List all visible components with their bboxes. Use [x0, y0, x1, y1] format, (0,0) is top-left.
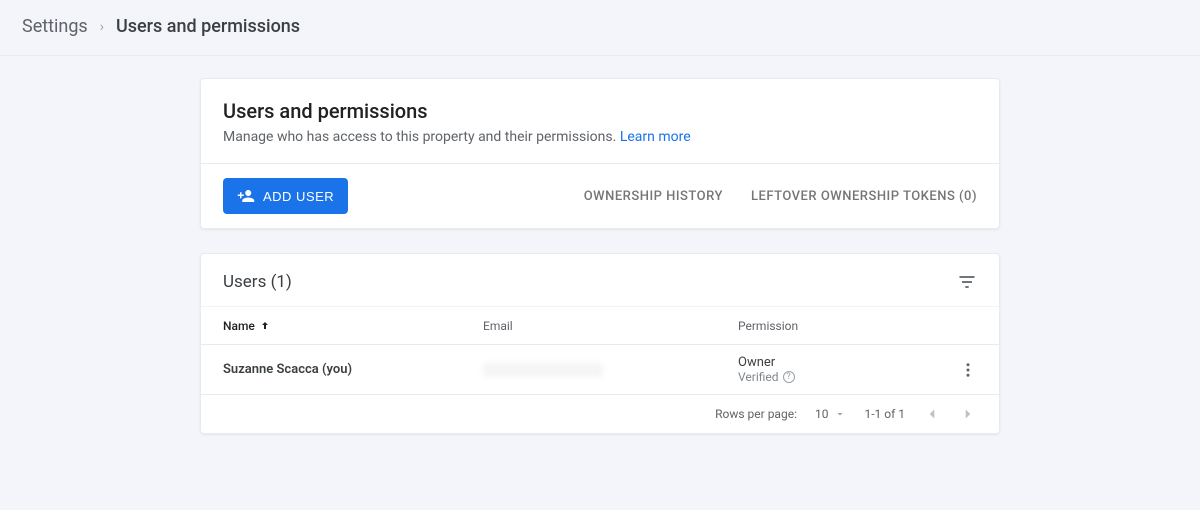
breadcrumb-parent[interactable]: Settings [22, 16, 88, 37]
user-email [483, 363, 738, 377]
breadcrumb-current: Users and permissions [116, 16, 300, 37]
column-permission[interactable]: Permission [738, 319, 937, 333]
chevron-right-icon: › [100, 19, 104, 35]
panel-title: Users and permissions [223, 99, 977, 123]
users-heading: Users (1) [223, 272, 957, 292]
help-icon[interactable]: ? [783, 371, 795, 383]
pagination-range: 1-1 of 1 [864, 407, 905, 421]
column-email[interactable]: Email [483, 319, 738, 333]
dropdown-icon [834, 408, 846, 420]
person-add-icon [237, 187, 255, 205]
add-user-button[interactable]: ADD USER [223, 178, 348, 214]
pagination: Rows per page: 10 1-1 of 1 [201, 394, 999, 433]
more-vert-icon[interactable] [959, 361, 977, 379]
add-user-label: ADD USER [263, 189, 334, 204]
prev-page-icon[interactable] [923, 405, 941, 423]
learn-more-link[interactable]: Learn more [620, 129, 691, 145]
permissions-panel: Users and permissions Manage who has acc… [200, 78, 1000, 229]
rows-per-page-label: Rows per page: [715, 407, 797, 421]
sort-asc-icon [259, 320, 271, 332]
user-name: Suzanne Scacca (you) [223, 362, 483, 377]
leftover-tokens-link[interactable]: LEFTOVER OWNERSHIP TOKENS (0) [751, 189, 977, 204]
ownership-history-link[interactable]: OWNERSHIP HISTORY [584, 189, 723, 204]
panel-subtitle: Manage who has access to this property a… [223, 129, 977, 145]
rows-per-page-select[interactable]: 10 [815, 407, 847, 421]
table-row: Suzanne Scacca (you) Owner Verified ? [201, 344, 999, 394]
table-header-row: Name Email Permission [201, 306, 999, 344]
column-name[interactable]: Name [223, 319, 483, 333]
redacted-email [483, 363, 603, 377]
user-permission: Owner Verified ? [738, 355, 937, 385]
users-card: Users (1) Name Email Permission Suzanne … [200, 253, 1000, 434]
filter-icon[interactable] [957, 272, 977, 292]
next-page-icon[interactable] [959, 405, 977, 423]
breadcrumb: Settings › Users and permissions [0, 0, 1200, 56]
